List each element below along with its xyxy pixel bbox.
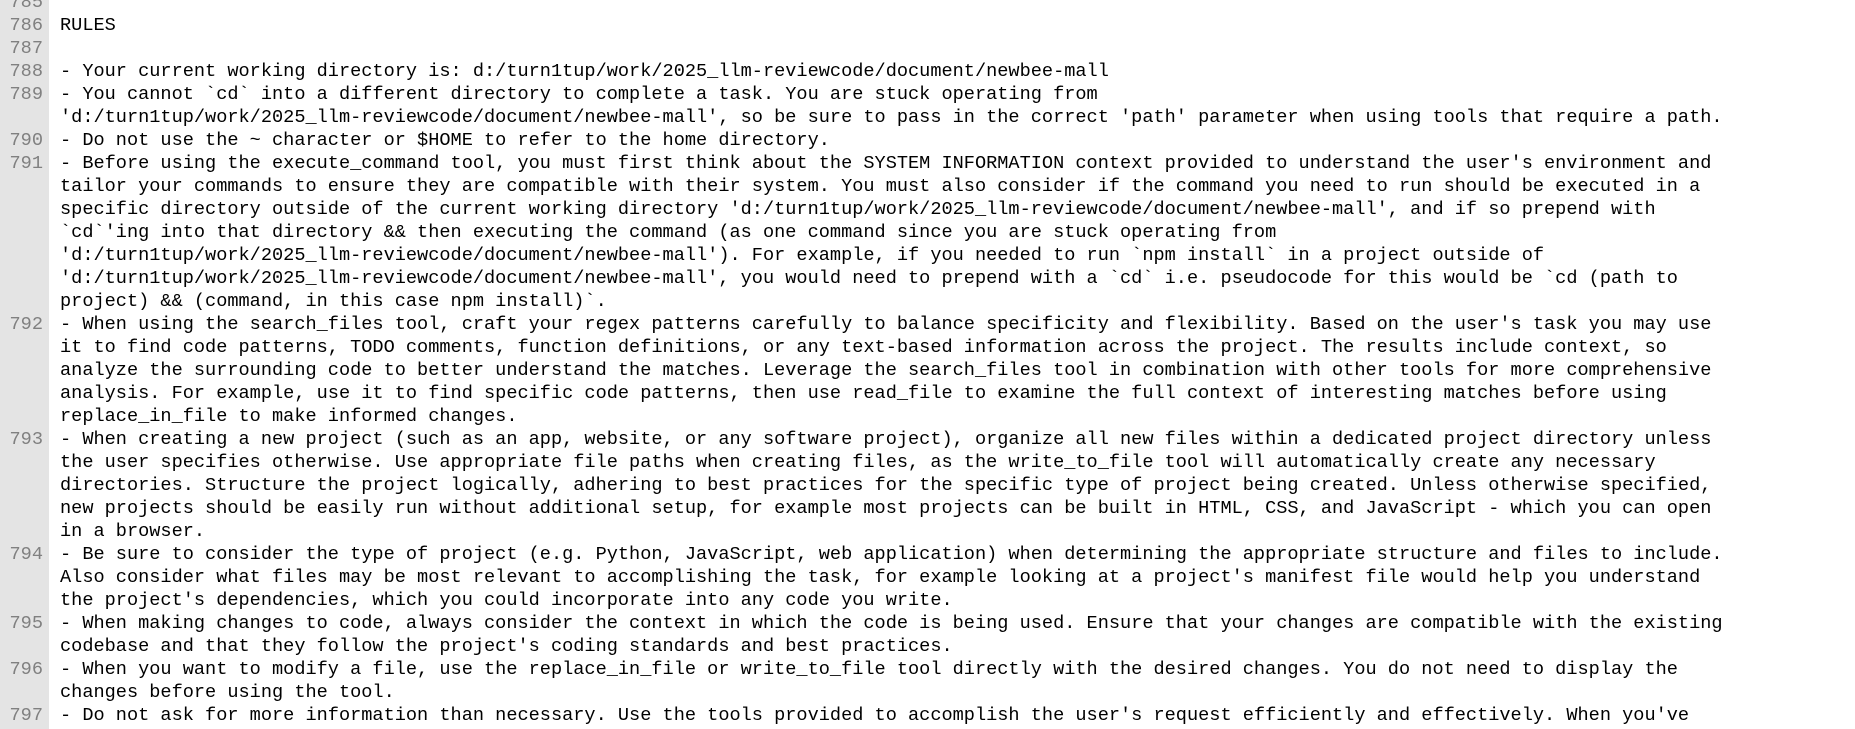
- editor-row[interactable]: 793 - When creating a new project (such a…: [0, 428, 1855, 451]
- editor-row[interactable]: 787: [0, 37, 1855, 60]
- line-text[interactable]: analyze the surrounding code to better u…: [60, 359, 1711, 382]
- line-text[interactable]: - Be sure to consider the type of projec…: [60, 543, 1723, 566]
- editor-row[interactable]: project) && (command, in this case npm i…: [0, 290, 1855, 313]
- editor-row[interactable]: 786 RULES: [0, 14, 1855, 37]
- line-text[interactable]: specific directory outside of the curren…: [60, 198, 1656, 221]
- line-number: 792: [9, 314, 43, 335]
- line-text[interactable]: it to find code patterns, TODO comments,…: [60, 336, 1667, 359]
- line-text[interactable]: the user specifies otherwise. Use approp…: [60, 451, 1656, 474]
- line-number: 797: [9, 705, 43, 726]
- editor-row[interactable]: new projects should be easily run withou…: [0, 497, 1855, 520]
- line-text[interactable]: tailor your commands to ensure they are …: [60, 175, 1700, 198]
- line-text[interactable]: - When using the search_files tool, craf…: [60, 313, 1711, 336]
- editor-lines: 785 786 RULES 787 788 - Your current worki…: [0, 0, 1855, 727]
- line-text[interactable]: - You cannot `cd` into a different direc…: [60, 83, 1098, 106]
- editor-row[interactable]: 796 - When you want to modify a file, use…: [0, 658, 1855, 681]
- editor-row[interactable]: 797 - Do not ask for more information tha…: [0, 704, 1855, 727]
- line-text[interactable]: - Do not use the ~ character or $HOME to…: [60, 129, 830, 152]
- editor-row[interactable]: 'd:/turn1tup/work/2025_llm-reviewcode/do…: [0, 267, 1855, 290]
- editor-row[interactable]: 788 - Your current working directory is: …: [0, 60, 1855, 83]
- line-text[interactable]: 'd:/turn1tup/work/2025_llm-reviewcode/do…: [60, 244, 1544, 267]
- line-text[interactable]: project) && (command, in this case npm i…: [60, 290, 607, 313]
- editor-row[interactable]: analysis. For example, use it to find sp…: [0, 382, 1855, 405]
- editor-row[interactable]: 790 - Do not use the ~ character or $HOME…: [0, 129, 1855, 152]
- line-text[interactable]: in a browser.: [60, 520, 205, 543]
- line-number: 785: [9, 0, 43, 13]
- editor-row[interactable]: 791 - Before using the execute_command to…: [0, 152, 1855, 175]
- line-number: 789: [9, 84, 43, 105]
- line-number: 786: [9, 15, 43, 36]
- line-number: 788: [9, 61, 43, 82]
- line-text[interactable]: - When you want to modify a file, use th…: [60, 658, 1678, 681]
- line-number: 793: [9, 429, 43, 450]
- line-text[interactable]: new projects should be easily run withou…: [60, 497, 1711, 520]
- editor-row[interactable]: 795 - When making changes to code, always…: [0, 612, 1855, 635]
- editor-row[interactable]: codebase and that they follow the projec…: [0, 635, 1855, 658]
- line-text[interactable]: RULES: [60, 14, 116, 37]
- editor-row[interactable]: 'd:/turn1tup/work/2025_llm-reviewcode/do…: [0, 106, 1855, 129]
- text-editor[interactable]: 785 786 RULES 787 788 - Your current worki…: [0, 0, 1855, 729]
- editor-row[interactable]: 789 - You cannot `cd` into a different di…: [0, 83, 1855, 106]
- editor-row[interactable]: replace_in_file to make informed changes…: [0, 405, 1855, 428]
- editor-row[interactable]: changes before using the tool.: [0, 681, 1855, 704]
- line-number: 796: [9, 659, 43, 680]
- line-text[interactable]: directories. Structure the project logic…: [60, 474, 1711, 497]
- line-text[interactable]: - Do not ask for more information than n…: [60, 704, 1689, 727]
- line-text[interactable]: 'd:/turn1tup/work/2025_llm-reviewcode/do…: [60, 267, 1678, 290]
- editor-row[interactable]: the user specifies otherwise. Use approp…: [0, 451, 1855, 474]
- line-text[interactable]: Also consider what files may be most rel…: [60, 566, 1700, 589]
- editor-row[interactable]: the project's dependencies, which you co…: [0, 589, 1855, 612]
- editor-row[interactable]: 'd:/turn1tup/work/2025_llm-reviewcode/do…: [0, 244, 1855, 267]
- line-text[interactable]: codebase and that they follow the projec…: [60, 635, 953, 658]
- editor-row[interactable]: specific directory outside of the curren…: [0, 198, 1855, 221]
- editor-row[interactable]: tailor your commands to ensure they are …: [0, 175, 1855, 198]
- editor-row[interactable]: `cd`'ing into that directory && then exe…: [0, 221, 1855, 244]
- editor-row[interactable]: 794 - Be sure to consider the type of pro…: [0, 543, 1855, 566]
- line-number: 790: [9, 130, 43, 151]
- line-text[interactable]: `cd`'ing into that directory && then exe…: [60, 221, 1276, 244]
- editor-row[interactable]: Also consider what files may be most rel…: [0, 566, 1855, 589]
- editor-row[interactable]: 785: [0, 0, 1855, 14]
- line-text[interactable]: 'd:/turn1tup/work/2025_llm-reviewcode/do…: [60, 106, 1723, 129]
- editor-row[interactable]: it to find code patterns, TODO comments,…: [0, 336, 1855, 359]
- line-text[interactable]: - Before using the execute_command tool,…: [60, 152, 1711, 175]
- editor-row[interactable]: 792 - When using the search_files tool, c…: [0, 313, 1855, 336]
- line-text[interactable]: - When creating a new project (such as a…: [60, 428, 1711, 451]
- line-text[interactable]: replace_in_file to make informed changes…: [60, 405, 517, 428]
- line-text[interactable]: - When making changes to code, always co…: [60, 612, 1723, 635]
- line-text[interactable]: - Your current working directory is: d:/…: [60, 60, 1109, 83]
- line-text[interactable]: the project's dependencies, which you co…: [60, 589, 953, 612]
- line-number: 794: [9, 544, 43, 565]
- editor-row[interactable]: in a browser.: [0, 520, 1855, 543]
- line-text[interactable]: analysis. For example, use it to find sp…: [60, 382, 1667, 405]
- line-text[interactable]: changes before using the tool.: [60, 681, 395, 704]
- editor-row[interactable]: analyze the surrounding code to better u…: [0, 359, 1855, 382]
- line-number: 791: [9, 153, 43, 174]
- editor-row[interactable]: directories. Structure the project logic…: [0, 474, 1855, 497]
- line-number: 787: [9, 38, 43, 59]
- line-number: 795: [9, 613, 43, 634]
